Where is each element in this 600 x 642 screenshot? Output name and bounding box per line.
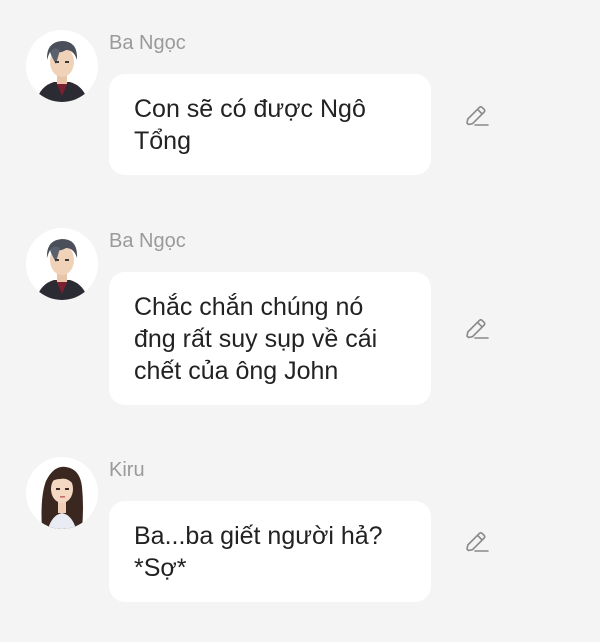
avatar[interactable] [26, 228, 98, 300]
avatar[interactable] [26, 30, 98, 102]
message-bubble[interactable]: Chắc chắn chúng nó đng rất suy sụp về cá… [109, 272, 431, 405]
message-bubble[interactable]: Con sẽ có được Ngô Tổng [109, 74, 431, 175]
edit-message-button[interactable] [462, 528, 490, 556]
man-portrait-icon [26, 228, 98, 300]
woman-portrait-icon [26, 457, 98, 529]
man-portrait-icon [26, 30, 98, 102]
chat-thread: Ba Ngọc Con sẽ có được Ngô Tổng Ba Ngọc … [0, 0, 600, 642]
sender-name: Ba Ngọc [109, 32, 186, 54]
message-bubble[interactable]: Ba...ba giết người hả? *Sợ* [109, 501, 431, 602]
sender-name: Ba Ngọc [109, 230, 186, 252]
pencil-edit-icon [466, 318, 489, 339]
pencil-edit-icon [466, 105, 489, 126]
avatar[interactable] [26, 457, 98, 529]
pencil-edit-icon [466, 531, 489, 552]
edit-message-button[interactable] [462, 102, 490, 130]
sender-name: Kiru [109, 459, 145, 481]
edit-message-button[interactable] [462, 315, 490, 343]
